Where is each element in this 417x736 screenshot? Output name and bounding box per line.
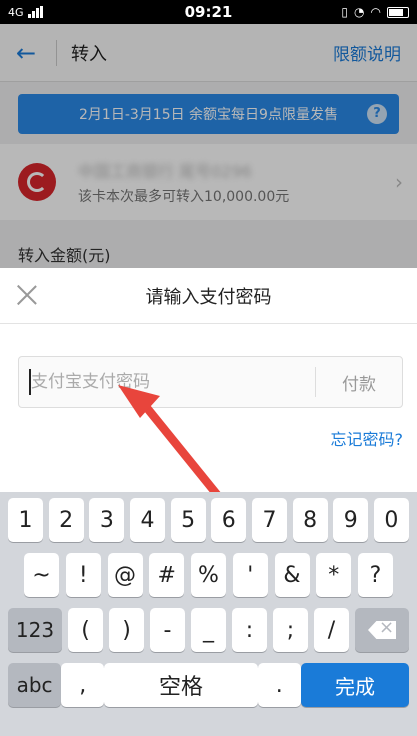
key-minus[interactable]: -	[150, 608, 185, 652]
key-3[interactable]: 3	[89, 498, 125, 542]
key-percent[interactable]: %	[191, 553, 226, 597]
key-6[interactable]: 6	[211, 498, 247, 542]
status-time: 09:21	[184, 3, 233, 21]
key-123[interactable]: 123	[8, 608, 62, 652]
key-abc[interactable]: abc	[8, 663, 62, 707]
password-sheet: 请输入支付密码 付款 忘记密码?	[0, 268, 417, 492]
sheet-title: 请输入支付密码	[145, 286, 272, 308]
vibrate-icon: ▯	[341, 5, 349, 19]
key-hash[interactable]: #	[149, 553, 185, 597]
status-right: ▯ ◔ ◠	[341, 5, 409, 19]
key-exclamation[interactable]: !	[65, 553, 101, 597]
key-underscore[interactable]: _	[191, 608, 226, 652]
key-left-paren[interactable]: (	[68, 608, 103, 652]
key-slash[interactable]: /	[314, 608, 349, 652]
key-done[interactable]: 完成	[300, 663, 410, 707]
alarm-icon: ◔	[354, 5, 365, 19]
key-7[interactable]: 7	[251, 498, 287, 542]
key-apostrophe[interactable]: '	[232, 553, 268, 597]
key-0[interactable]: 0	[373, 498, 409, 542]
key-5[interactable]: 5	[170, 498, 206, 542]
key-asterisk[interactable]: *	[316, 553, 352, 597]
key-1[interactable]: 1	[8, 498, 43, 542]
keyboard-row-punct: 123 ( ) - _ : ; /	[4, 608, 413, 656]
pay-button[interactable]: 付款	[316, 370, 402, 395]
key-question[interactable]: ?	[358, 553, 393, 597]
key-tilde[interactable]: ~	[24, 553, 59, 597]
wifi-icon: ◠	[370, 5, 381, 19]
signal-icon	[27, 6, 43, 18]
password-input[interactable]	[29, 369, 315, 395]
key-period[interactable]: .	[257, 663, 301, 707]
key-space[interactable]: 空格	[104, 663, 258, 707]
backspace-icon	[368, 621, 396, 639]
key-9[interactable]: 9	[333, 498, 369, 542]
keyboard-row-symbols: ~ ! @ # % ' & * ?	[4, 553, 413, 601]
key-semicolon[interactable]: ;	[273, 608, 308, 652]
battery-icon	[387, 6, 409, 18]
forgot-password-link[interactable]: 忘记密码?	[331, 426, 404, 450]
close-icon[interactable]	[14, 282, 40, 308]
keyboard: 1 2 3 4 5 6 7 8 9 0 ~ ! @ # % ' & * ? 12…	[0, 492, 417, 736]
keyboard-row-numbers: 1 2 3 4 5 6 7 8 9 0	[4, 498, 413, 546]
key-at[interactable]: @	[107, 553, 143, 597]
key-4[interactable]: 4	[129, 498, 165, 542]
key-comma[interactable]: ,	[61, 663, 105, 707]
delete-key[interactable]	[355, 608, 409, 652]
network-type: 4G	[8, 5, 24, 19]
keyboard-row-bottom: abc , 空格 . 完成	[4, 663, 413, 711]
key-right-paren[interactable]: )	[109, 608, 144, 652]
status-bar: 4G 09:21 ▯ ◔ ◠	[0, 0, 417, 24]
key-ampersand[interactable]: &	[274, 553, 310, 597]
password-box[interactable]: 付款	[18, 356, 403, 408]
sheet-header: 请输入支付密码	[0, 268, 417, 324]
key-8[interactable]: 8	[292, 498, 328, 542]
key-colon[interactable]: :	[232, 608, 267, 652]
status-left: 4G	[8, 6, 43, 19]
key-2[interactable]: 2	[48, 498, 84, 542]
